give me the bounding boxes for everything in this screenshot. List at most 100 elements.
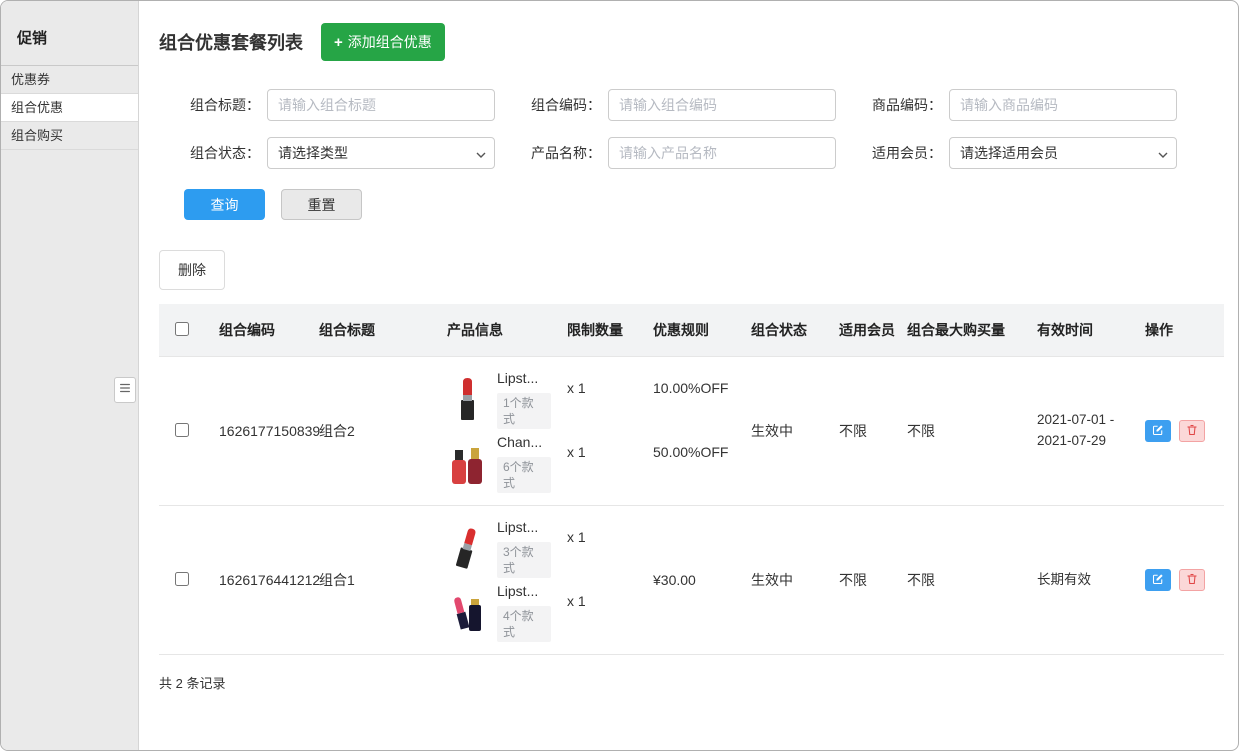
field-combo-title: 组合标题： <box>184 89 495 121</box>
select-all-checkbox[interactable] <box>175 322 189 336</box>
style-count-tag: 3个款式 <box>497 542 551 578</box>
product-name: Lipst... <box>497 369 551 387</box>
product-entry: Lipst... 4个款式 <box>447 580 551 644</box>
discount-rule: 10.00%OFF <box>653 367 735 431</box>
combo-status-label: 组合状态： <box>184 143 260 163</box>
chevron-down-icon <box>1158 145 1168 161</box>
row-delete-button[interactable] <box>1179 569 1205 591</box>
discount-rule: 50.00%OFF <box>653 431 735 495</box>
filter-panel: 组合标题： 组合编码： 商品编码： 组合状态： 请选择类型 <box>159 89 1222 220</box>
field-product-code: 商品编码： <box>866 89 1177 121</box>
product-info-cell: Lipst... 1个款式 <box>439 357 559 506</box>
filter-actions: 查询 重置 <box>184 189 1222 220</box>
sidebar-nav: 优惠券 组合优惠 组合购买 <box>1 65 138 150</box>
field-combo-code: 组合编码： <box>525 89 836 121</box>
edit-button[interactable] <box>1145 420 1171 442</box>
header-member: 适用会员 <box>831 304 899 357</box>
row-checkbox[interactable] <box>175 423 189 437</box>
sidebar-item-combo-purchase[interactable]: 组合购买 <box>1 122 138 150</box>
row-delete-button[interactable] <box>1179 420 1205 442</box>
table-row: 1626176441212 组合1 <box>159 506 1224 655</box>
edit-pencil-icon <box>1152 424 1164 439</box>
max-purchase-cell: 不限 <box>899 506 1029 655</box>
product-entry: Lipst... 3个款式 <box>447 516 551 580</box>
record-count: 共 2 条记录 <box>159 673 1222 722</box>
header-discount-rule: 优惠规则 <box>645 304 743 357</box>
plus-icon: + <box>334 35 343 50</box>
valid-time-line2: 2021-07-29 <box>1037 431 1129 452</box>
limit-qty: x 1 <box>567 580 637 644</box>
style-count-tag: 4个款式 <box>497 606 551 642</box>
product-name-label: 产品名称： <box>525 143 601 163</box>
field-member-type: 适用会员： 请选择适用会员 <box>866 137 1177 169</box>
product-name-input[interactable] <box>608 137 836 169</box>
combo-title-cell: 组合2 <box>311 357 439 506</box>
edit-button[interactable] <box>1145 569 1171 591</box>
combo-title-cell: 组合1 <box>311 506 439 655</box>
valid-time-line1: 2021-07-01 - <box>1037 410 1129 431</box>
main-content: 组合优惠套餐列表 + 添加组合优惠 组合标题： 组合编码： 商品编码： <box>139 1 1238 750</box>
sidebar: 促销 优惠券 组合优惠 组合购买 <box>1 1 139 750</box>
actions-cell <box>1137 357 1224 506</box>
member-cell: 不限 <box>831 506 899 655</box>
combo-status-select[interactable]: 请选择类型 <box>267 137 495 169</box>
combo-status-cell: 生效中 <box>743 357 831 506</box>
product-name: Lipst... <box>497 518 551 536</box>
product-image-nail-polish <box>447 436 487 490</box>
sidebar-item-coupon[interactable]: 优惠券 <box>1 66 138 94</box>
discount-rule-cell: ¥30.00 <box>645 506 743 655</box>
product-code-label: 商品编码： <box>866 95 942 115</box>
product-name: Lipst... <box>497 582 551 600</box>
product-code-input[interactable] <box>949 89 1177 121</box>
search-button[interactable]: 查询 <box>184 189 265 220</box>
sidebar-item-combo-discount[interactable]: 组合优惠 <box>1 94 138 122</box>
member-type-label: 适用会员： <box>866 143 942 163</box>
combo-title-input[interactable] <box>267 89 495 121</box>
header-valid-time: 有效时间 <box>1029 304 1137 357</box>
product-name: Chan... <box>497 433 551 451</box>
trash-icon <box>1186 573 1198 588</box>
edit-pencil-icon <box>1152 573 1164 588</box>
header-limit-qty: 限制数量 <box>559 304 645 357</box>
combo-code-input[interactable] <box>608 89 836 121</box>
chevron-down-icon <box>476 145 486 161</box>
valid-time-cell: 长期有效 <box>1029 506 1137 655</box>
style-count-tag: 1个款式 <box>497 393 551 429</box>
combo-status-cell: 生效中 <box>743 506 831 655</box>
table-toolbar: 删除 <box>159 250 1222 290</box>
actions-cell <box>1137 506 1224 655</box>
add-combo-discount-button[interactable]: + 添加组合优惠 <box>321 23 445 61</box>
max-purchase-cell: 不限 <box>899 357 1029 506</box>
limit-qty-cell: x 1 x 1 <box>559 506 645 655</box>
member-cell: 不限 <box>831 357 899 506</box>
product-image-cosmetics-set <box>447 585 487 639</box>
row-checkbox[interactable] <box>175 572 189 586</box>
sidebar-title: 促销 <box>1 1 138 65</box>
member-type-select-value: 请选择适用会员 <box>960 143 1058 163</box>
header-combo-code: 组合编码 <box>211 304 311 357</box>
header-combo-status: 组合状态 <box>743 304 831 357</box>
filter-grid: 组合标题： 组合编码： 商品编码： 组合状态： 请选择类型 <box>184 89 1222 169</box>
header-max-purchase: 组合最大购买量 <box>899 304 1029 357</box>
combo-code-cell: 1626177150839 <box>211 357 311 506</box>
reset-button[interactable]: 重置 <box>281 189 362 220</box>
product-entry: Chan... 6个款式 <box>447 431 551 495</box>
combo-code-cell: 1626176441212 <box>211 506 311 655</box>
member-type-select[interactable]: 请选择适用会员 <box>949 137 1177 169</box>
menu-fold-icon <box>118 381 132 400</box>
app-window: 促销 优惠券 组合优惠 组合购买 组合优惠套餐列表 + 添加组合优惠 组合标题： <box>0 0 1239 751</box>
limit-qty-cell: x 1 x 1 <box>559 357 645 506</box>
field-combo-status: 组合状态： 请选择类型 <box>184 137 495 169</box>
sidebar-collapse-toggle[interactable] <box>114 377 136 403</box>
table-header-row: 组合编码 组合标题 产品信息 限制数量 优惠规则 组合状态 适用会员 组合最大购… <box>159 304 1224 357</box>
combo-status-select-value: 请选择类型 <box>278 143 348 163</box>
page-header: 组合优惠套餐列表 + 添加组合优惠 <box>159 23 1222 61</box>
valid-time-cell: 2021-07-01 - 2021-07-29 <box>1029 357 1137 506</box>
delete-selected-button[interactable]: 删除 <box>159 250 225 290</box>
page-title: 组合优惠套餐列表 <box>159 29 303 55</box>
limit-qty: x 1 <box>567 516 637 580</box>
discount-rule-cell: 10.00%OFF 50.00%OFF <box>645 357 743 506</box>
add-button-label: 添加组合优惠 <box>348 32 432 52</box>
trash-icon <box>1186 424 1198 439</box>
combo-table: 组合编码 组合标题 产品信息 限制数量 优惠规则 组合状态 适用会员 组合最大购… <box>159 304 1224 655</box>
